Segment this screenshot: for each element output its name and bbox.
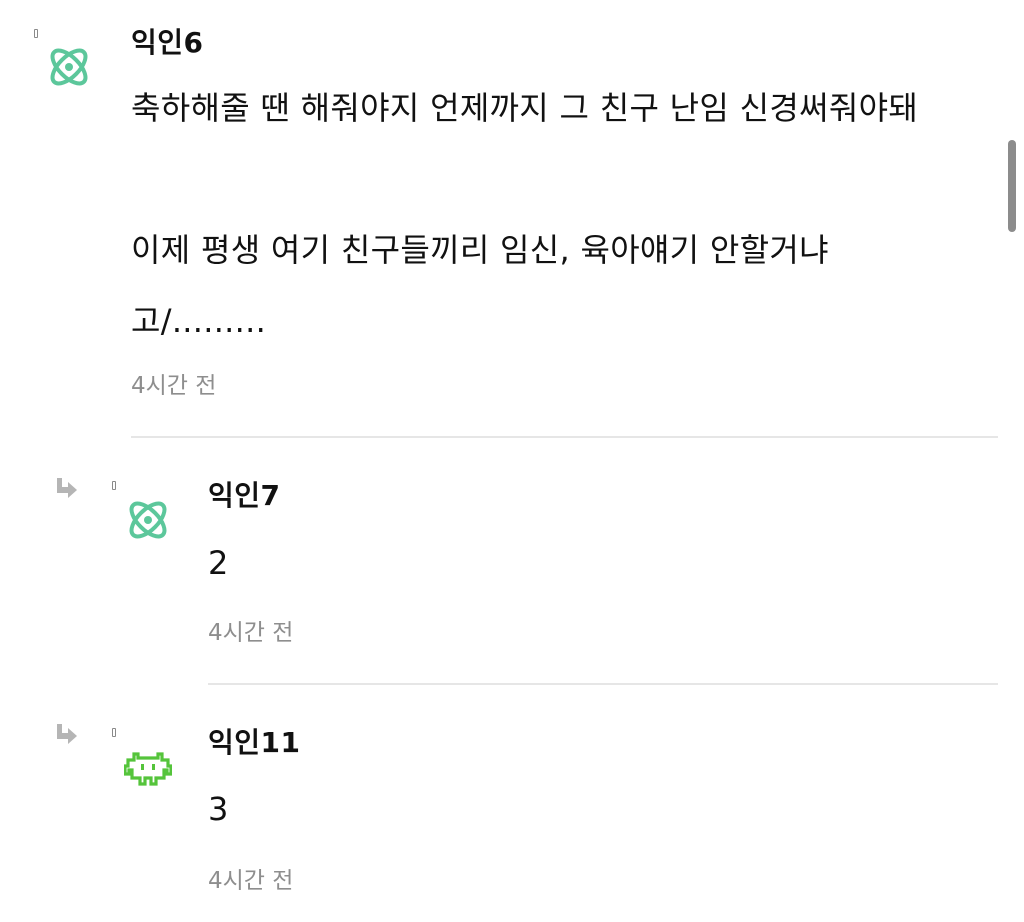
atom-icon[interactable] — [124, 496, 172, 544]
indicator-icon — [112, 481, 116, 490]
comment-divider — [131, 436, 998, 438]
comment-time: 4시간 전 — [131, 373, 217, 399]
reply-arrow-icon — [55, 478, 79, 500]
comment-time: 4시간 전 — [208, 868, 294, 894]
indicator-icon — [112, 728, 116, 737]
comment-body: 축하해줄 땐 해줘야지 언제까지 그 친구 난임 신경써줘야돼 이제 평생 여기… — [131, 89, 919, 340]
reply-comment: 익인7 2 4시간 전 — [0, 440, 1024, 686]
indicator-icon — [34, 29, 38, 38]
space-invader-icon[interactable] — [123, 748, 173, 796]
comment-author[interactable]: 익인11 — [208, 726, 301, 760]
comment-author[interactable]: 익인7 — [208, 479, 281, 513]
reply-comment: 익인11 3 4시간 전 — [0, 686, 1024, 922]
atom-icon[interactable] — [45, 43, 93, 91]
comment: 익인6 축하해줄 땐 해줘야지 언제까지 그 친구 난임 신경써줘야돼 이제 평… — [0, 0, 1024, 440]
comment-time: 4시간 전 — [208, 620, 294, 646]
comment-author[interactable]: 익인6 — [131, 26, 204, 60]
comment-divider — [208, 683, 998, 685]
comment-body: 3 — [208, 790, 229, 828]
scrollbar[interactable] — [1008, 140, 1016, 232]
reply-arrow-icon — [55, 724, 79, 746]
comment-body: 2 — [208, 544, 229, 582]
